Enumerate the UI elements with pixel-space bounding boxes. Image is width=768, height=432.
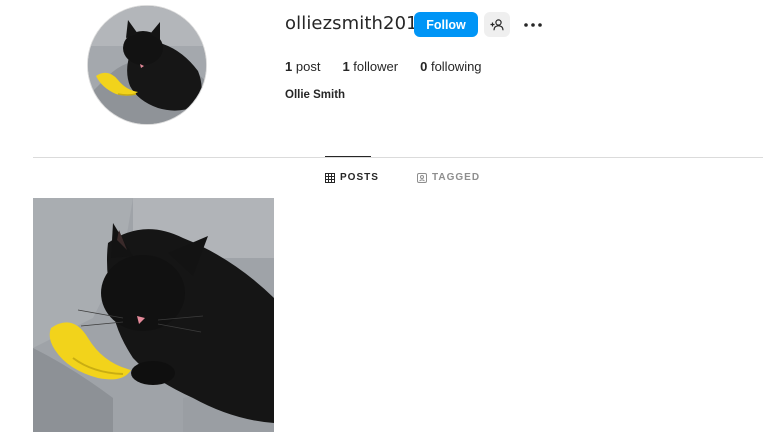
followers-stat[interactable]: 1 follower: [342, 59, 398, 74]
suggested-accounts-button[interactable]: [484, 12, 510, 37]
add-person-icon: [490, 18, 504, 31]
following-stat[interactable]: 0 following: [420, 59, 481, 74]
active-tab-indicator: [325, 156, 371, 157]
follow-button[interactable]: Follow: [414, 12, 478, 37]
following-label: following: [430, 59, 482, 74]
tab-tagged-label: TAGGED: [432, 172, 481, 183]
tagged-icon: [417, 172, 427, 183]
post-thumbnail[interactable]: [33, 198, 274, 432]
posts-label: post: [295, 59, 321, 74]
tabs-divider: [33, 157, 763, 158]
profile-username: olliezsmith2010: [285, 13, 430, 34]
profile-full-name: Ollie Smith: [285, 89, 346, 101]
more-options-icon: [524, 22, 542, 27]
posts-stat: 1 post: [285, 59, 320, 74]
tab-posts[interactable]: POSTS: [325, 172, 379, 183]
profile-avatar[interactable]: [88, 6, 206, 124]
followers-count: 1: [342, 59, 350, 74]
profile-stats: 1 post 1 follower 0 following: [285, 59, 504, 74]
more-options-button[interactable]: [520, 12, 546, 37]
grid-icon: [325, 172, 335, 183]
post-cat-image: [33, 198, 274, 432]
avatar-cat-image: [88, 6, 206, 124]
tab-posts-label: POSTS: [340, 172, 379, 183]
following-count: 0: [420, 59, 428, 74]
tab-tagged[interactable]: TAGGED: [417, 172, 480, 183]
followers-label: follower: [353, 59, 399, 74]
posts-count: 1: [285, 59, 293, 74]
